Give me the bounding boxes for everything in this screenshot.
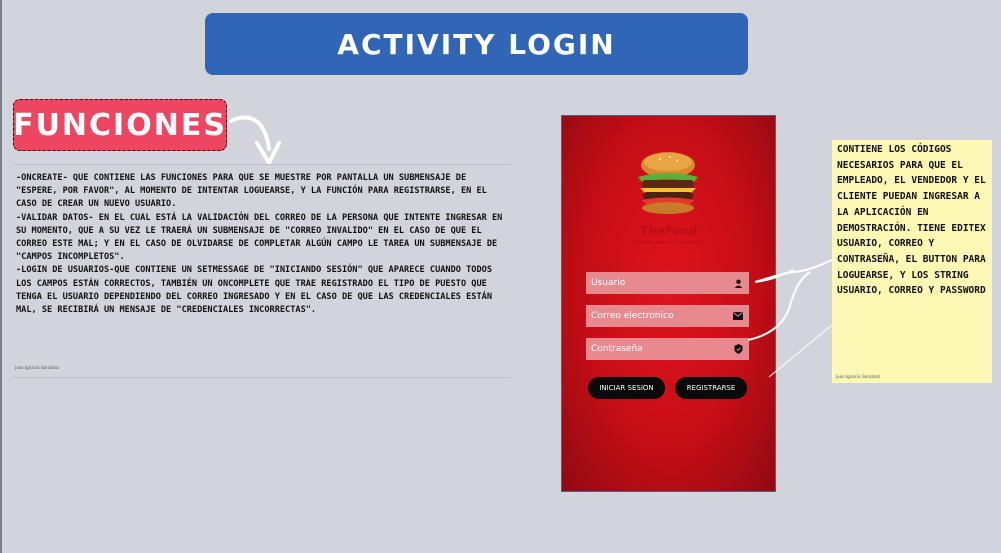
- sticky-note: Contiene los códigos necesarios para que…: [832, 140, 992, 383]
- note-text: Contiene los códigos necesarios para que…: [837, 144, 986, 297]
- note-author: Juan Ignacio González: [836, 374, 881, 379]
